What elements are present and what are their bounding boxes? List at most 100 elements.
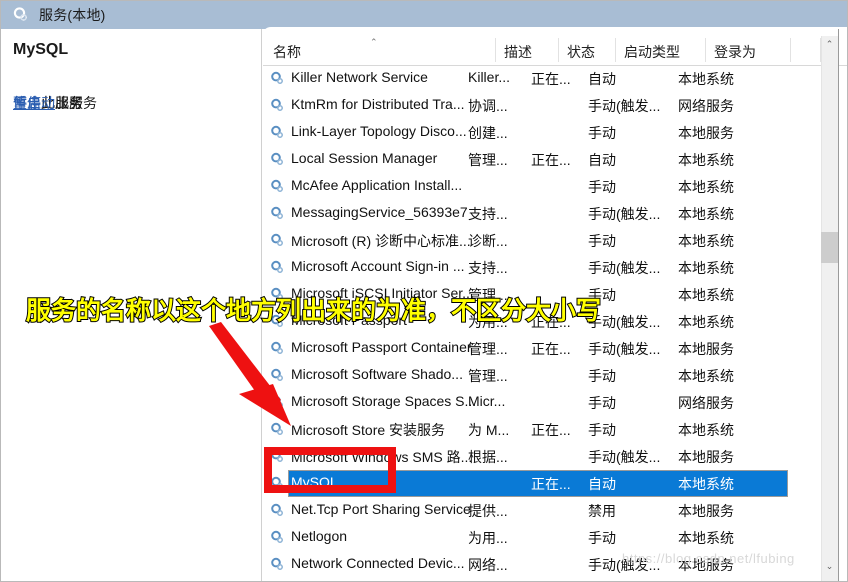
- service-row[interactable]: Net.Tcp Port Sharing Service 提供... 禁用 本地服务: [263, 497, 847, 524]
- sort-ascending-caret: ⌃: [370, 37, 378, 47]
- column-header-name[interactable]: 名称: [273, 42, 301, 62]
- service-logon-as-cell: 本地系统: [678, 260, 734, 276]
- service-row[interactable]: Link-Layer Topology Disco... 创建... 手动 本地服务: [263, 119, 847, 146]
- service-description-cell: 为用...: [468, 530, 508, 546]
- service-logon-as-cell: 本地系统: [678, 179, 734, 195]
- service-row[interactable]: Local Session Manager 管理... 正在... 自动 本地系统: [263, 146, 847, 173]
- service-logon-as-cell: 本地系统: [678, 530, 734, 546]
- column-divider[interactable]: [705, 38, 706, 62]
- service-gear-icon: [269, 70, 286, 87]
- service-name-cell: Killer Network Service: [291, 69, 428, 85]
- service-description-cell: Micr...: [468, 393, 506, 409]
- service-status-cell: 正在...: [531, 341, 571, 357]
- selected-service-name: MySQL: [13, 41, 69, 58]
- service-name-cell: Microsoft Passport Container: [291, 339, 472, 355]
- service-startup-type-cell: 自动: [588, 476, 616, 492]
- scrollbar-down-arrow-icon[interactable]: ⌄: [821, 558, 838, 575]
- service-startup-type-cell: 手动(触发...: [588, 206, 661, 222]
- service-description-cell: 支持...: [468, 206, 508, 222]
- service-description-cell: 管理...: [468, 152, 508, 168]
- service-description-cell: 提供...: [468, 503, 508, 519]
- service-startup-type-cell: 手动: [588, 368, 616, 384]
- column-header-description[interactable]: 描述: [504, 42, 532, 62]
- column-divider[interactable]: [558, 38, 559, 62]
- service-logon-as-cell: 本地服务: [678, 449, 734, 465]
- service-description-cell: Killer...: [468, 69, 511, 85]
- service-startup-type-cell: 自动: [588, 71, 616, 87]
- restart-service-suffix: 此服务: [55, 95, 97, 111]
- service-description-cell: 管理...: [468, 368, 508, 384]
- list-column-header: ⌃ 名称 描述 状态 启动类型 登录为: [263, 36, 847, 66]
- service-status-cell: 正在...: [531, 152, 571, 168]
- service-logon-as-cell: 网络服务: [678, 98, 734, 114]
- service-gear-icon: [269, 529, 286, 546]
- service-name-cell: Netlogon: [291, 528, 348, 544]
- service-startup-type-cell: 手动: [588, 233, 616, 249]
- service-logon-as-cell: 本地系统: [678, 152, 734, 168]
- service-gear-icon: [269, 556, 286, 573]
- service-name-cell: Microsoft Storage Spaces S...: [291, 393, 477, 409]
- column-header-startup-type[interactable]: 启动类型: [624, 42, 680, 62]
- service-logon-as-cell: 网络服务: [678, 395, 734, 411]
- service-row[interactable]: McAfee Application Install... 手动 本地系统: [263, 173, 847, 200]
- service-row[interactable]: Microsoft Storage Spaces S... Micr... 手动 网络…: [263, 389, 847, 416]
- column-divider[interactable]: [790, 38, 791, 62]
- scrollbar-up-arrow-icon[interactable]: ⌃: [821, 36, 838, 53]
- watermark-text: https://blog.csdn.net/lfubing: [622, 551, 795, 566]
- service-row[interactable]: Microsoft (R) 诊断中心标准... 诊断... 手动 本地系统: [263, 227, 847, 254]
- service-gear-icon: [269, 97, 286, 114]
- service-row[interactable]: KtmRm for Distributed Tra... 协调... 手动(触发..…: [263, 92, 847, 119]
- service-logon-as-cell: 本地服务: [678, 125, 734, 141]
- service-logon-as-cell: 本地系统: [678, 368, 734, 384]
- service-row[interactable]: Microsoft Passport Container 管理... 正在... 手动…: [263, 335, 847, 362]
- service-logon-as-cell: 本地系统: [678, 233, 734, 249]
- console-title-bar: 服务(本地): [1, 1, 263, 29]
- service-logon-as-cell: 本地服务: [678, 341, 734, 357]
- service-description-cell: 创建...: [468, 125, 508, 141]
- vertical-scrollbar-track[interactable]: [821, 36, 839, 581]
- column-header-status[interactable]: 状态: [567, 42, 595, 62]
- red-arrow-icon: [195, 322, 305, 432]
- service-name-cell: MessagingService_56393e7: [291, 204, 468, 220]
- services-window: 服务(本地) MySQL 停止此服务 暂停此服务 重启动此服务 ⌃ 名称 描述 …: [0, 0, 848, 582]
- restart-service-link[interactable]: 重启动: [13, 95, 55, 111]
- service-startup-type-cell: 手动(触发...: [588, 98, 661, 114]
- pane-right-edge: [838, 29, 839, 581]
- service-logon-as-cell: 本地系统: [678, 476, 734, 492]
- service-row[interactable]: Netlogon 为用... 手动 本地系统: [263, 524, 847, 551]
- window-title: 服务(本地): [39, 7, 106, 23]
- service-gear-icon: [269, 259, 286, 276]
- service-description-cell: 网络...: [468, 557, 508, 573]
- annotation-note-text: 服务的名称以这个地方列出来的为准，不区分大小写: [25, 295, 602, 326]
- column-header-logon-as[interactable]: 登录为: [714, 42, 756, 62]
- service-status-cell: 正在...: [531, 422, 571, 438]
- service-startup-type-cell: 自动: [588, 152, 616, 168]
- service-name-cell: Microsoft Store 安装服务: [291, 422, 446, 438]
- service-startup-type-cell: 手动: [588, 179, 616, 195]
- service-gear-icon: [269, 205, 286, 222]
- service-startup-type-cell: 手动: [588, 125, 616, 141]
- list-pane-rounded-corner: [262, 27, 847, 36]
- service-logon-as-cell: 本地系统: [678, 422, 734, 438]
- column-divider[interactable]: [615, 38, 616, 62]
- service-row[interactable]: Microsoft Store 安装服务 为 M... 正在... 手动 本地系统: [263, 416, 847, 443]
- service-startup-type-cell: 手动: [588, 530, 616, 546]
- vertical-scrollbar-thumb[interactable]: [821, 232, 838, 263]
- service-gear-icon: [269, 232, 286, 249]
- service-row[interactable]: MessagingService_56393e7 支持... 手动(触发... 本地系…: [263, 200, 847, 227]
- service-row[interactable]: Killer Network Service Killer... 正在... 自动 本地…: [263, 65, 847, 92]
- service-row[interactable]: Microsoft Software Shado... 管理... 手动 本地系统: [263, 362, 847, 389]
- service-name-cell: Net.Tcp Port Sharing Service: [291, 501, 471, 517]
- column-divider[interactable]: [495, 38, 496, 62]
- service-logon-as-cell: 本地系统: [678, 206, 734, 222]
- service-logon-as-cell: 本地系统: [678, 71, 734, 87]
- service-description-cell: 诊断...: [468, 233, 508, 249]
- service-name-cell: McAfee Application Install...: [291, 177, 463, 193]
- service-startup-type-cell: 手动(触发...: [588, 449, 661, 465]
- service-row[interactable]: Network Connection Broker允许...正在...手动(触发…: [263, 578, 847, 581]
- service-gear-icon: [269, 178, 286, 195]
- service-row[interactable]: Microsoft Account Sign-in ... 支持... 手动(触发.…: [263, 254, 847, 281]
- services-gear-icon: [11, 5, 31, 25]
- service-gear-icon: [269, 502, 286, 519]
- service-name-cell: Microsoft Account Sign-in ...: [291, 258, 465, 274]
